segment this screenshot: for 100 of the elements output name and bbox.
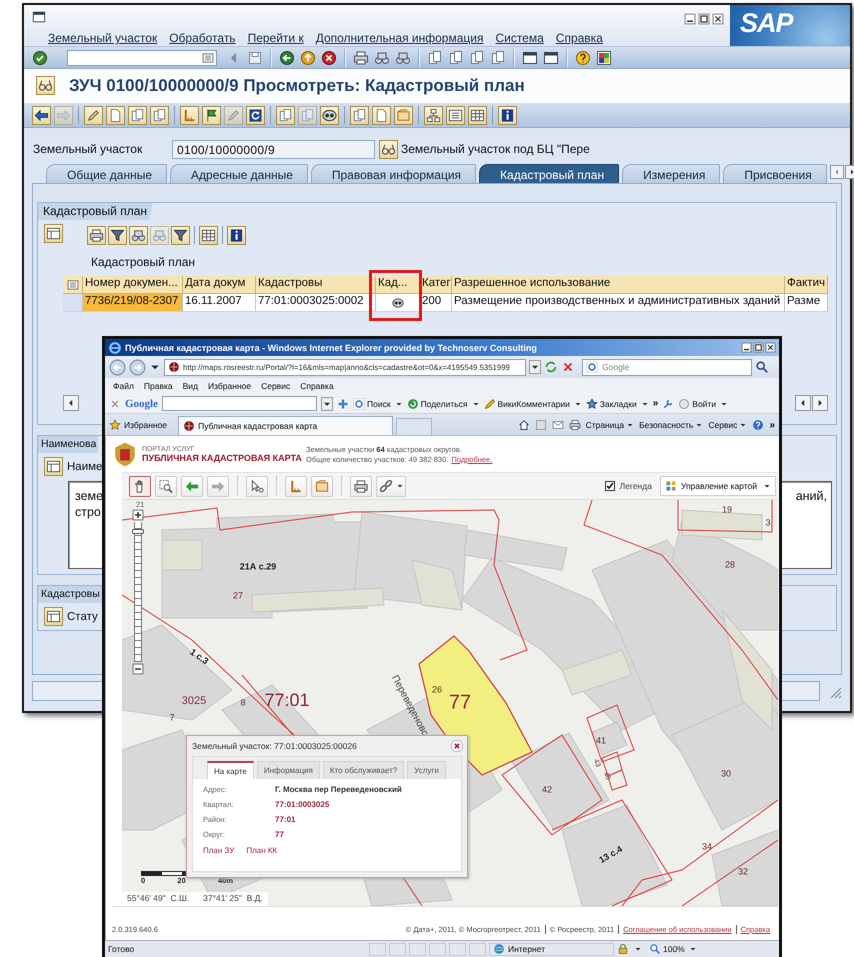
zoom-in-icon[interactable]: [132, 509, 144, 521]
list-icon[interactable]: [66, 278, 78, 290]
find-icon[interactable]: [374, 50, 390, 66]
menu-item[interactable]: Избранное: [208, 381, 252, 391]
menu-item[interactable]: Дополнительная информация: [316, 31, 484, 45]
cancel-icon[interactable]: [321, 50, 337, 66]
maximize-icon[interactable]: [698, 13, 710, 25]
filter-list-icon[interactable]: [171, 226, 190, 244]
search-icon[interactable]: [755, 360, 769, 374]
minimize-icon[interactable]: [684, 13, 696, 25]
close-icon[interactable]: [450, 739, 464, 753]
scroll-left-icon[interactable]: [63, 395, 79, 411]
page-icon[interactable]: [372, 106, 391, 124]
menu-item[interactable]: Вид: [182, 381, 198, 391]
pages-icon[interactable]: [128, 106, 147, 124]
link[interactable]: План ЗУ: [203, 846, 234, 855]
toolbar-button[interactable]: Закладки: [586, 398, 649, 410]
panel-icon[interactable]: [44, 607, 63, 626]
scroll-left-icon[interactable]: [795, 395, 811, 411]
menu-button[interactable]: Сервис: [708, 420, 748, 430]
slider-thumb[interactable]: [132, 528, 144, 534]
browser-tab[interactable]: Публичная кадастровая карта: [178, 416, 394, 435]
zoom-box-icon[interactable]: [155, 476, 177, 496]
column-header[interactable]: Кадастровы: [256, 276, 376, 294]
zoom-button[interactable]: 100%: [649, 943, 697, 955]
glasses-icon[interactable]: [36, 76, 55, 95]
table-icon[interactable]: [468, 106, 487, 124]
print-icon[interactable]: [350, 476, 372, 496]
menu-item[interactable]: Сервис: [261, 381, 290, 391]
search-field[interactable]: Google: [582, 358, 752, 376]
menu-item[interactable]: Файл: [113, 381, 134, 391]
zoom-out-icon[interactable]: [132, 663, 144, 675]
exit-icon[interactable]: [300, 50, 316, 66]
pages-icon[interactable]: [276, 106, 295, 124]
plus-icon[interactable]: [337, 398, 349, 410]
pan-hand-icon[interactable]: [129, 476, 151, 496]
list-icon[interactable]: [446, 106, 465, 124]
info-icon[interactable]: [498, 106, 517, 124]
field-value[interactable]: 77:01:0003025: [275, 800, 330, 809]
toolbar-button[interactable]: Поделиться: [406, 398, 480, 410]
print-icon[interactable]: [353, 50, 369, 66]
sign-in-button[interactable]: Войти: [678, 398, 728, 410]
dropdown-icon[interactable]: [321, 396, 333, 410]
ruler-icon[interactable]: [285, 476, 307, 496]
zoom-slider[interactable]: [134, 522, 142, 662]
menu-button[interactable]: Страница: [586, 420, 634, 430]
shortcut-icon[interactable]: [543, 50, 559, 66]
tab[interactable]: Измерения: [622, 164, 720, 183]
flag-icon[interactable]: [202, 106, 221, 124]
lock-icon[interactable]: [617, 943, 629, 955]
color-grid-icon[interactable]: [596, 50, 612, 66]
column-header[interactable]: Дата докум: [183, 276, 256, 294]
map-control-button[interactable]: Управление картой: [660, 476, 776, 496]
link[interactable]: План КК: [246, 846, 278, 855]
ruler-icon[interactable]: [180, 106, 199, 124]
window-menu-icon[interactable]: [32, 10, 46, 24]
column-header[interactable]: Кад...: [376, 276, 420, 294]
menu-item[interactable]: Справка: [300, 381, 334, 391]
menu-item[interactable]: Система: [495, 31, 544, 45]
tab[interactable]: Кадастровый план: [479, 164, 620, 183]
table-icon[interactable]: [199, 226, 218, 244]
toolbar-button[interactable]: Поиск: [353, 398, 403, 410]
page-icon[interactable]: [469, 50, 485, 66]
find-next-icon[interactable]: [395, 50, 411, 66]
identify-cursor-icon[interactable]: [246, 476, 268, 496]
minimize-icon[interactable]: [741, 342, 752, 353]
field-value[interactable]: 77:01: [275, 815, 296, 824]
more-button[interactable]: »: [652, 398, 658, 409]
filter-icon[interactable]: [108, 226, 127, 244]
search-field[interactable]: [162, 396, 317, 411]
area-icon[interactable]: [311, 476, 333, 496]
save-icon[interactable]: [247, 50, 263, 66]
maximize-icon[interactable]: [753, 342, 764, 353]
panel-icon[interactable]: [44, 224, 63, 243]
pages-icon[interactable]: [350, 106, 369, 124]
command-field[interactable]: [67, 50, 217, 66]
tab[interactable]: Информация: [256, 761, 320, 779]
tab[interactable]: Кто обслуживает?: [322, 761, 404, 779]
new-window-icon[interactable]: [522, 50, 538, 66]
menu-item[interactable]: Земельный участок: [48, 31, 158, 45]
home-icon[interactable]: [518, 419, 530, 431]
close-icon[interactable]: [765, 342, 776, 353]
mail-icon[interactable]: [552, 419, 564, 431]
wrench-icon[interactable]: [662, 398, 674, 410]
page-icon[interactable]: [427, 50, 443, 66]
page-icon[interactable]: [490, 50, 506, 66]
tab[interactable]: Правовая информация: [310, 164, 476, 183]
toolbar-button[interactable]: ВикиКомментарии: [484, 398, 582, 410]
tab[interactable]: На карте: [207, 761, 254, 779]
page-icon[interactable]: [106, 106, 125, 124]
tab[interactable]: Общие данные: [46, 164, 168, 183]
hierarchy-icon[interactable]: [424, 106, 443, 124]
tab[interactable]: Присвоения: [723, 164, 827, 183]
enter-check-icon[interactable]: [32, 50, 48, 66]
globe-icon[interactable]: [320, 106, 339, 124]
find-icon[interactable]: [129, 226, 148, 244]
panel-icon[interactable]: [44, 457, 63, 476]
pages-icon[interactable]: [150, 106, 169, 124]
column-header[interactable]: Разрешенное использование: [452, 276, 785, 294]
page-icon[interactable]: [448, 50, 464, 66]
